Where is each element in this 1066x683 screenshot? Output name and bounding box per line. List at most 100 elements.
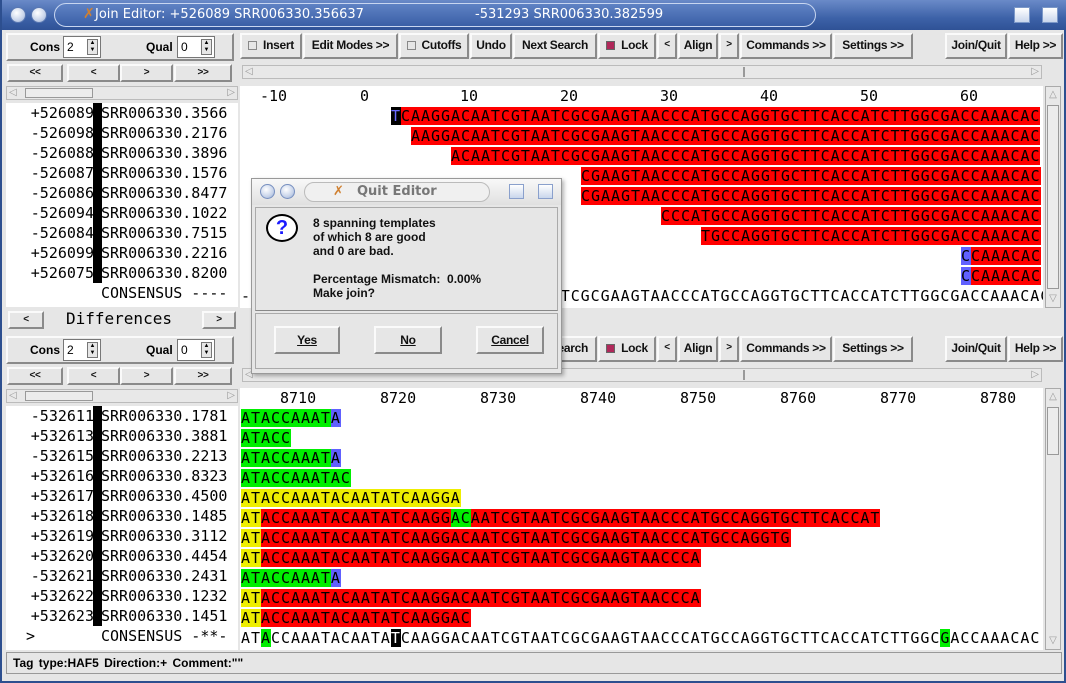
top-cons-spinbox[interactable]: 2 ▲ ▼: [63, 36, 101, 58]
read-name-row[interactable]: +532618 SRR006330.1485: [6, 506, 238, 526]
bottom-seq-vscrollbar[interactable]: △ ▽: [1045, 388, 1061, 650]
bottom-cons-spinbox[interactable]: 2 ▲ ▼: [63, 339, 101, 361]
spin-arrows-icon[interactable]: ▲ ▼: [87, 39, 98, 55]
top-join-quit-button[interactable]: Join/Quit: [945, 33, 1007, 59]
spin-arrows-icon[interactable]: ▲ ▼: [201, 39, 212, 55]
read-name-row[interactable]: +532622 SRR006330.1232: [6, 586, 238, 606]
top-commands-button[interactable]: Commands >>: [740, 33, 832, 59]
read-name-row[interactable]: +526099 SRR006330.2216: [6, 243, 238, 263]
read-name-row[interactable]: +532616 SRR006330.8323: [6, 466, 238, 486]
window-shade-button[interactable]: [31, 7, 47, 23]
checkbox-icon[interactable]: [248, 41, 258, 50]
sequence-read-row[interactable]: CCAAACAC: [961, 266, 1041, 286]
scroll-right-icon[interactable]: ▷: [227, 390, 235, 401]
checkbox-icon[interactable]: [406, 41, 416, 50]
spin-arrows-icon[interactable]: ▲ ▼: [87, 342, 98, 358]
scroll-thumb[interactable]: [1047, 105, 1059, 289]
read-name-row[interactable]: -526094 SRR006330.1022: [6, 203, 238, 223]
scroll-thumb[interactable]: [25, 88, 93, 98]
read-name-row[interactable]: -526087 SRR006330.1576: [6, 163, 238, 183]
scroll-left-icon[interactable]: ◁: [245, 66, 253, 77]
bottom-nav-last-button[interactable]: >>: [174, 367, 232, 385]
top-nav-last-button[interactable]: >>: [174, 64, 232, 82]
scroll-right-icon[interactable]: ▷: [1031, 369, 1039, 380]
top-insert-toggle[interactable]: Insert: [240, 33, 302, 59]
dialog-shade-button[interactable]: [280, 184, 295, 199]
top-edit-modes-button[interactable]: Edit Modes >>: [303, 33, 398, 59]
top-nav-prev-button[interactable]: <: [67, 64, 120, 82]
bottom-sequence-view[interactable]: 8710 8720 8730 8740 8750 8760 8770 8780 ATACCAA…: [240, 388, 1043, 650]
bottom-nav-next-button[interactable]: >: [120, 367, 173, 385]
scroll-down-icon[interactable]: ▽: [1046, 634, 1060, 648]
bottom-align-next-button[interactable]: >: [719, 336, 739, 362]
dialog-title-bar[interactable]: ✗ Quit Editor: [252, 179, 561, 205]
top-next-search-button[interactable]: Next Search: [513, 33, 597, 59]
sequence-read-row[interactable]: ATACCAAATAC: [241, 468, 351, 488]
scroll-up-icon[interactable]: △: [1046, 88, 1060, 102]
bottom-commands-button[interactable]: Commands >>: [740, 336, 832, 362]
sequence-read-row[interactable]: ATACCAAATA: [241, 568, 341, 588]
read-name-row[interactable]: +532619 SRR006330.3112: [6, 526, 238, 546]
spin-arrows-icon[interactable]: ▲ ▼: [201, 342, 212, 358]
sequence-read-row[interactable]: ATACCAAATACAATATCAAGGACAATCGTAATCGCGAAGT…: [241, 508, 881, 528]
dialog-minimize-button[interactable]: [509, 184, 524, 199]
sequence-read-row[interactable]: CGAAGTAACCCATGCCAGGTGCTTCACCATCTTGGCGACC…: [581, 186, 1041, 206]
read-name-row[interactable]: -532621 SRR006330.2431: [6, 566, 238, 586]
bottom-nav-prev-button[interactable]: <: [67, 367, 120, 385]
bottom-help-button[interactable]: Help >>: [1008, 336, 1063, 362]
sequence-read-row[interactable]: ACAATCGTAATCGCGAAGTAACCCATGCCAGGTGCTTCAC…: [451, 146, 1041, 166]
sequence-read-row[interactable]: CGAAGTAACCCATGCCAGGTGCTTCACCATCTTGGCGACC…: [581, 166, 1041, 186]
bottom-nav-first-button[interactable]: <<: [7, 367, 63, 385]
dialog-close-button[interactable]: [538, 184, 553, 199]
scroll-thumb[interactable]: [25, 391, 93, 401]
read-name-row[interactable]: +532620 SRR006330.4454: [6, 546, 238, 566]
read-name-row[interactable]: -526098 SRR006330.2176: [6, 123, 238, 143]
maximize-button[interactable]: [1042, 7, 1058, 23]
top-help-button[interactable]: Help >>: [1008, 33, 1063, 59]
scroll-up-icon[interactable]: △: [1046, 390, 1060, 404]
read-name-row[interactable]: -532611 SRR006330.1781: [6, 406, 238, 426]
top-align-button[interactable]: Align: [678, 33, 718, 59]
minimize-button[interactable]: [1014, 7, 1030, 23]
top-align-prev-button[interactable]: <: [657, 33, 677, 59]
bottom-settings-button[interactable]: Settings >>: [833, 336, 913, 362]
differences-next-button[interactable]: >: [202, 311, 236, 329]
top-names-hscrollbar[interactable]: ◁ ▷: [6, 86, 238, 100]
read-name-row[interactable]: -526088 SRR006330.3896: [6, 143, 238, 163]
bottom-join-quit-button[interactable]: Join/Quit: [945, 336, 1007, 362]
sequence-read-row[interactable]: ATACCAAATACAATATCAAGGACAATCGTAATCGCGAAGT…: [241, 528, 791, 548]
sequence-read-row[interactable]: TCAAGGACAATCGTAATCGCGAAGTAACCCATGCCAGGTG…: [391, 106, 1041, 126]
yes-button[interactable]: Yes: [274, 326, 340, 354]
top-nav-first-button[interactable]: <<: [7, 64, 63, 82]
dialog-menu-button[interactable]: [260, 184, 275, 199]
sequence-read-row[interactable]: ATACCAAATACAATATCAAGGA: [241, 488, 461, 508]
read-name-row[interactable]: +532623 SRR006330.1451: [6, 606, 238, 626]
top-lock-toggle[interactable]: Lock: [598, 33, 656, 59]
scroll-thumb[interactable]: [743, 67, 745, 77]
top-qual-spinbox[interactable]: 0 ▲ ▼: [177, 36, 215, 58]
title-bar[interactable]: ✗ Join Editor: +526089 SRR006330.356637 …: [2, 0, 1066, 30]
bottom-lock-toggle[interactable]: Lock: [598, 336, 656, 362]
sequence-read-row[interactable]: ATACCAAATACAATATCAAGGAC: [241, 608, 471, 628]
read-name-row[interactable]: +532617 SRR006330.4500: [6, 486, 238, 506]
bottom-names-hscrollbar[interactable]: ◁ ▷: [6, 389, 238, 403]
checkbox-checked-icon[interactable]: [606, 41, 616, 50]
checkbox-checked-icon[interactable]: [606, 344, 616, 353]
window-menu-button[interactable]: [10, 7, 26, 23]
bottom-align-button[interactable]: Align: [678, 336, 718, 362]
top-seq-vscrollbar[interactable]: △ ▽: [1045, 86, 1061, 308]
sequence-read-row[interactable]: ATACC: [241, 428, 291, 448]
read-name-row[interactable]: +532613 SRR006330.3881: [6, 426, 238, 446]
scroll-left-icon[interactable]: ◁: [9, 87, 17, 98]
scroll-right-icon[interactable]: ▷: [1031, 66, 1039, 77]
read-name-row[interactable]: -526086 SRR006330.8477: [6, 183, 238, 203]
top-align-next-button[interactable]: >: [719, 33, 739, 59]
sequence-read-row[interactable]: ATACCAAATA: [241, 448, 341, 468]
read-name-row[interactable]: -532615 SRR006330.2213: [6, 446, 238, 466]
sequence-read-row[interactable]: ATACCAAATA: [241, 408, 341, 428]
top-settings-button[interactable]: Settings >>: [833, 33, 913, 59]
no-button[interactable]: No: [374, 326, 442, 354]
top-nav-next-button[interactable]: >: [120, 64, 173, 82]
read-name-row[interactable]: +526075 SRR006330.8200: [6, 263, 238, 283]
scroll-thumb[interactable]: [743, 370, 745, 380]
